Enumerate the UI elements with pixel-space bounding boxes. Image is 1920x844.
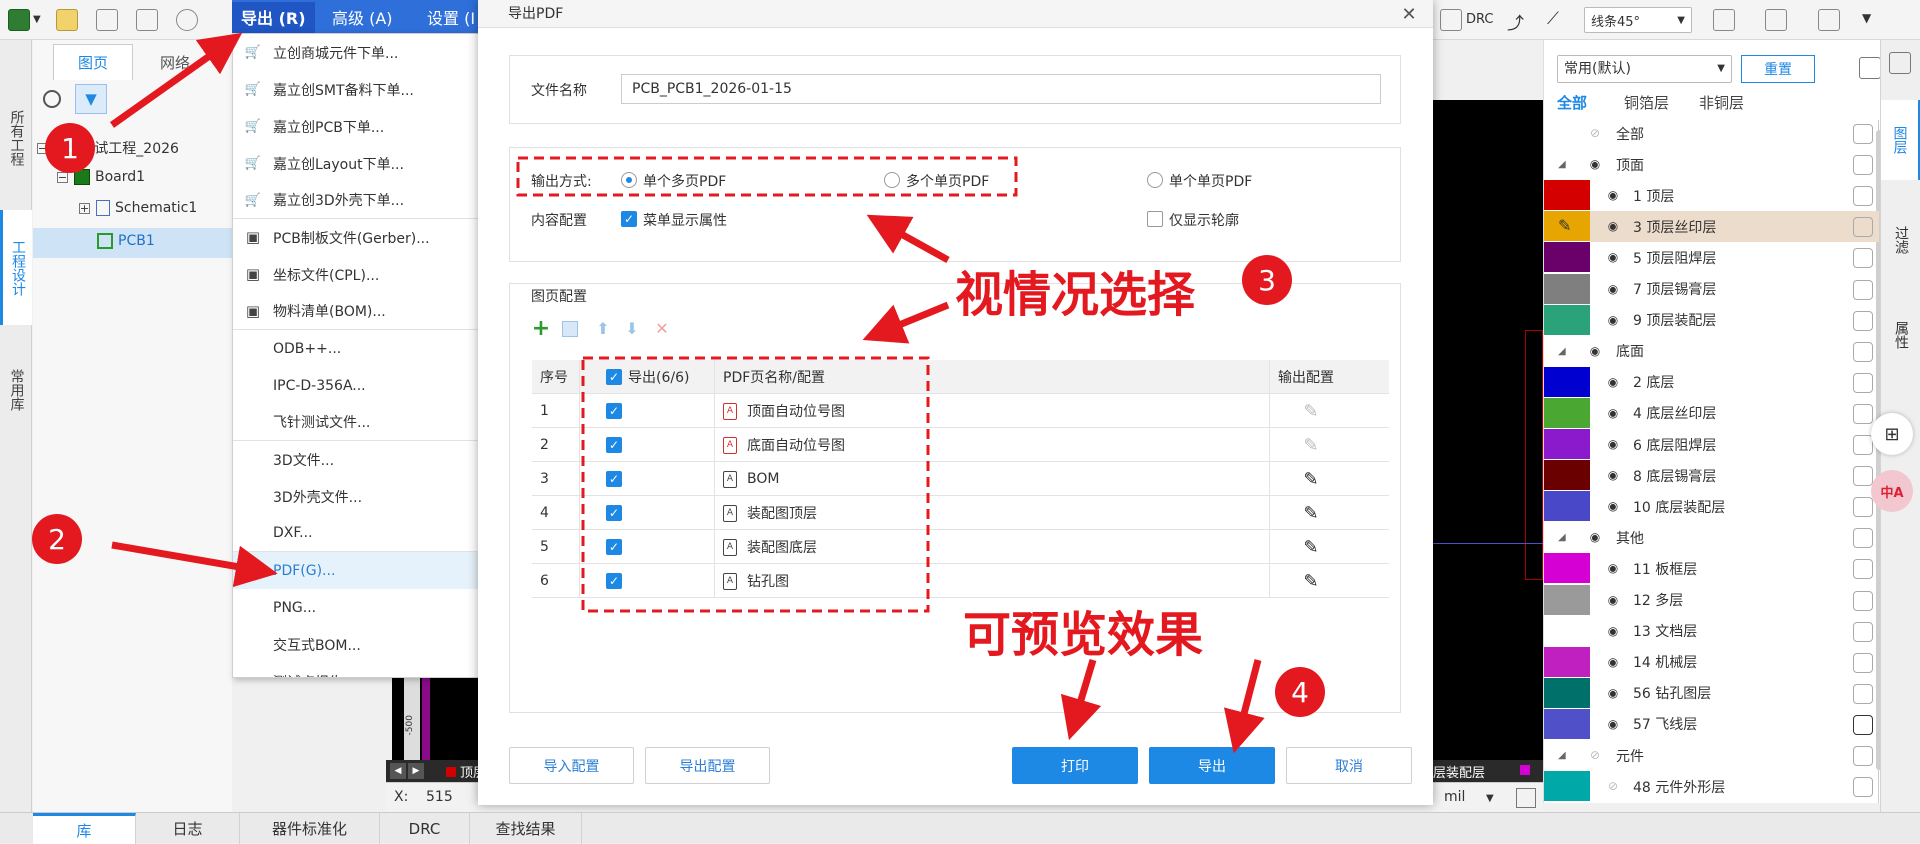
- annotation-overlay: [109, 32, 1265, 754]
- arrow-3a: [866, 214, 950, 264]
- arrow-2: [111, 541, 278, 588]
- dashed-box-pages: [581, 356, 930, 613]
- step-badge-3: 3: [1242, 255, 1292, 305]
- arrow-print: [1060, 658, 1102, 741]
- arrow-1: [109, 32, 243, 128]
- arrow-export: [1223, 659, 1265, 754]
- caption-choose-as-needed: 视情况选择: [955, 267, 1196, 323]
- dashed-box-output: [516, 156, 1018, 197]
- step-badge-4: 4: [1275, 667, 1325, 717]
- arrow-3b: [862, 301, 950, 344]
- step-badge-2: 2: [32, 514, 82, 564]
- step-badge-1: 1: [45, 123, 95, 173]
- caption-preview: 可预览效果: [963, 607, 1204, 663]
